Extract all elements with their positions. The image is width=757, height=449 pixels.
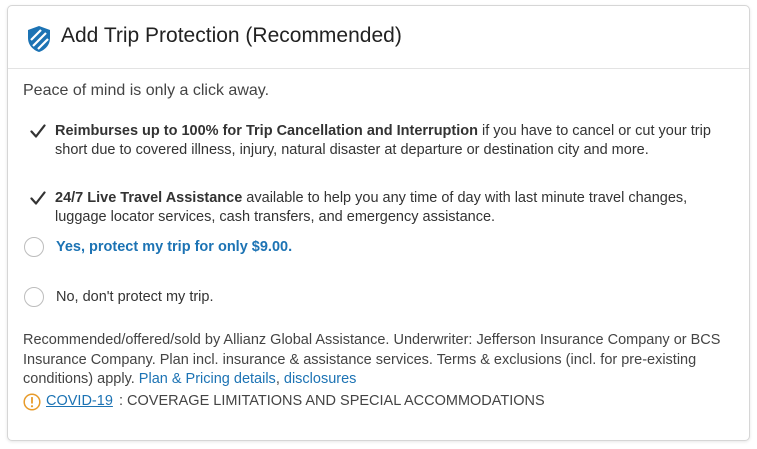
benefit-item: Reimburses up to 100% for Trip Cancellat…: [23, 122, 738, 180]
card-title: Add Trip Protection (Recommended): [61, 24, 402, 47]
warning-circle-icon: [23, 393, 41, 411]
trip-protection-card: Add Trip Protection (Recommended) Peace …: [7, 5, 750, 441]
benefit-bold: Reimburses up to 100% for Trip Cancellat…: [55, 123, 478, 139]
protect-trip-yes-label[interactable]: Yes, protect my trip for only $9.00.: [56, 239, 292, 255]
benefit-text: 24/7 Live Travel Assistance available to…: [55, 189, 738, 227]
protect-trip-no-option[interactable]: No, don't protect my trip.: [23, 287, 523, 311]
covid-notice-text: : COVERAGE LIMITATIONS AND SPECIAL ACCOM…: [119, 393, 545, 409]
disclosures-link[interactable]: disclosures: [284, 371, 357, 387]
plan-pricing-details-link[interactable]: Plan & Pricing details: [139, 371, 276, 387]
disclaimer: Recommended/offered/sold by Allianz Glob…: [23, 331, 743, 390]
checkmark-icon: [30, 191, 46, 205]
shield-icon: [28, 26, 50, 52]
disclaimer-text: Recommended/offered/sold by Allianz Glob…: [23, 332, 721, 387]
benefit-item: 24/7 Live Travel Assistance available to…: [23, 189, 738, 229]
covid-19-link[interactable]: COVID-19: [46, 393, 113, 409]
radio-yes[interactable]: [24, 237, 44, 257]
benefit-text: Reimburses up to 100% for Trip Cancellat…: [55, 122, 738, 160]
subtitle: Peace of mind is only a click away.: [23, 82, 270, 99]
card-header: Add Trip Protection (Recommended): [8, 6, 749, 69]
protect-trip-no-label[interactable]: No, don't protect my trip.: [56, 289, 214, 305]
link-separator: ,: [275, 371, 284, 387]
protect-trip-yes-option[interactable]: Yes, protect my trip for only $9.00.: [23, 237, 523, 261]
benefit-bold: 24/7 Live Travel Assistance: [55, 190, 243, 206]
checkmark-icon: [30, 124, 46, 138]
radio-no[interactable]: [24, 287, 44, 307]
